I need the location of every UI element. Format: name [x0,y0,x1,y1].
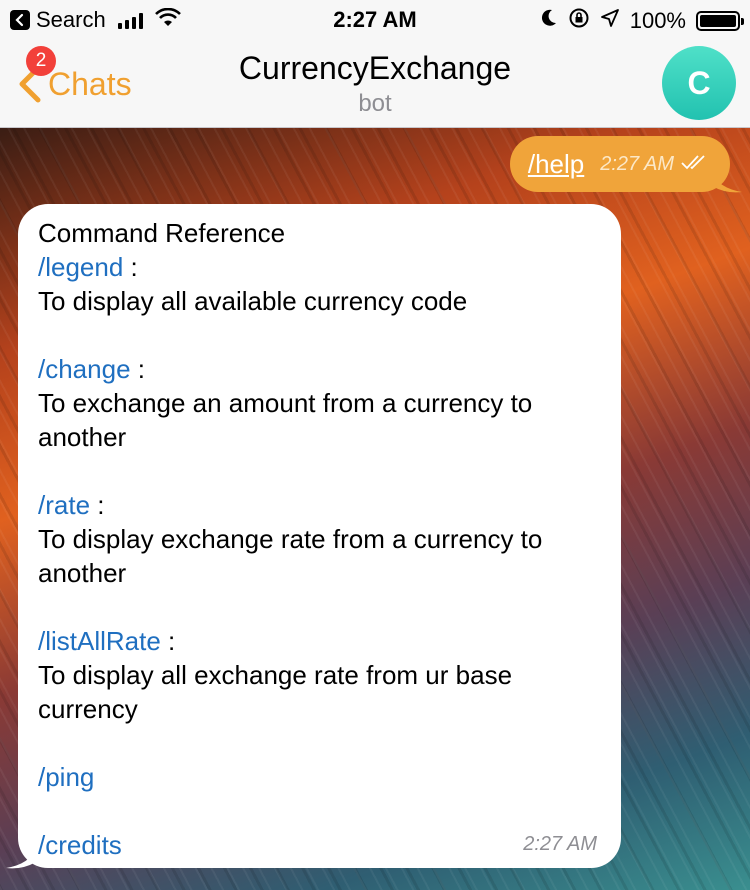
chat-title[interactable]: CurrencyExchange [0,50,750,87]
rotation-lock-icon [568,7,590,34]
nav-bar: Chats 2 CurrencyExchange bot C [0,40,750,128]
location-icon [600,8,620,33]
command-link-credits[interactable]: /credits [38,830,122,860]
command-description: To exchange an amount from a currency to… [38,388,533,452]
command-description: To display all exchange rate from ur bas… [38,660,513,724]
command-separator: : [160,626,176,656]
status-bar: Search 2:27 AM 100% [0,0,750,40]
command-link-change[interactable]: /change [38,354,131,384]
chat-subtitle: bot [358,90,392,117]
outgoing-message[interactable]: /help 2:27 AM [509,136,730,192]
command-description: To display all available currency code [38,286,468,316]
command-link-legend[interactable]: /legend [38,252,123,282]
command-entry-credits: /credits [38,828,601,862]
command-link-rate[interactable]: /rate [38,490,90,520]
command-entry-rate: /rate : [38,488,601,522]
command-description: To display exchange rate from a currency… [38,524,543,588]
command-link-ping[interactable]: /ping [38,762,94,792]
command-entry-ping: /ping [38,760,601,794]
outgoing-bubble-tail [712,172,742,193]
incoming-message[interactable]: Command Reference /legend : To display a… [18,204,621,868]
outgoing-message-time: 2:27 AM [600,152,674,175]
command-separator: : [130,354,145,384]
command-entry-legend: /legend : [38,250,601,284]
chat-area[interactable]: /help 2:27 AM Command Reference /legend … [0,128,750,890]
battery-icon [696,10,744,31]
command-separator: : [123,252,138,282]
bot-avatar[interactable]: C [662,46,736,120]
moon-icon [540,8,558,33]
message-heading: Command Reference [38,218,286,248]
command-entry-change: /change : [38,352,601,386]
incoming-bubble-tail [6,848,36,869]
incoming-message-time: 2:27 AM [523,833,597,855]
double-check-icon [680,153,708,176]
command-entry-listallrate: /listAllRate : [38,624,601,658]
battery-percent: 100% [629,7,686,33]
command-separator: : [90,490,105,520]
command-link-listallrate[interactable]: /listAllRate [38,626,161,656]
outgoing-message-text[interactable]: /help [528,149,584,180]
